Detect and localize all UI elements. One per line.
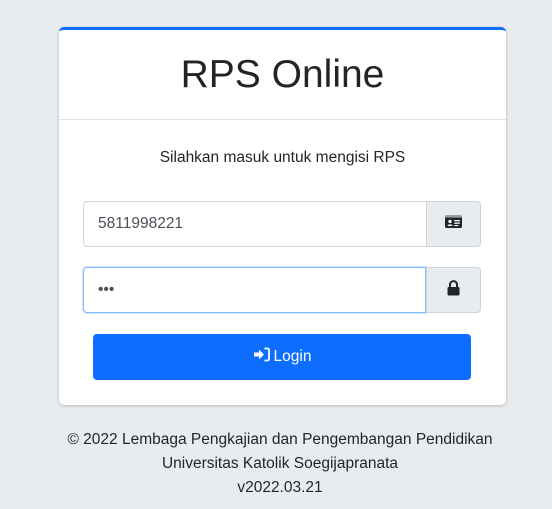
login-label: Login xyxy=(273,348,312,365)
id-card-icon xyxy=(445,215,462,233)
login-card: RPS Online Silahkan masuk untuk mengisi … xyxy=(59,27,506,405)
lock-icon xyxy=(447,279,460,301)
footer-copyright: © 2022 Lembaga Pengkajian dan Pengembang… xyxy=(67,431,493,448)
login-instruction: Silahkan masuk untuk mengisi RPS xyxy=(159,149,406,166)
username-group xyxy=(83,201,481,247)
footer: © 2022 Lembaga Pengkajian dan Pengembang… xyxy=(0,428,552,500)
login-button[interactable]: Login xyxy=(93,334,471,380)
password-group xyxy=(83,267,481,313)
password-input[interactable] xyxy=(83,267,426,313)
app-title: RPS Online xyxy=(180,53,385,96)
sign-in-icon xyxy=(253,347,270,367)
username-input[interactable] xyxy=(83,201,426,247)
footer-version: v2022.03.21 xyxy=(237,479,323,496)
username-addon xyxy=(426,201,481,247)
card-header: RPS Online xyxy=(59,30,506,120)
password-addon xyxy=(426,267,481,313)
footer-university: Universitas Katolik Soegijapranata xyxy=(161,455,399,472)
